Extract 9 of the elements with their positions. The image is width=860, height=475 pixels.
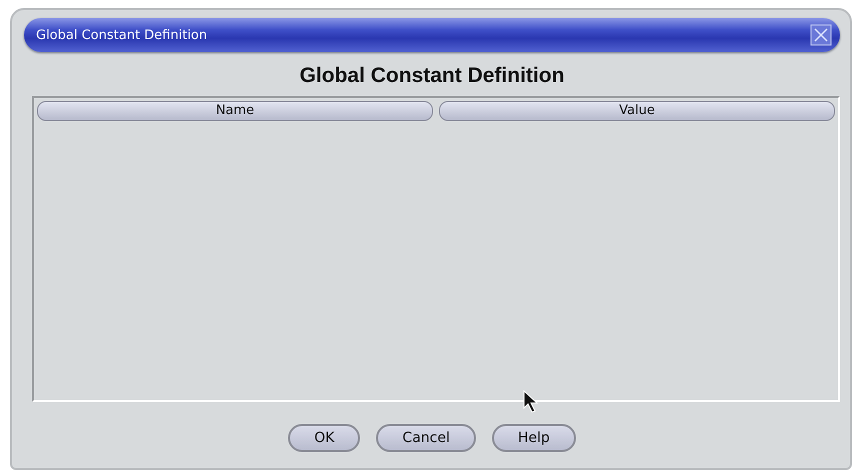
help-button[interactable]: Help — [492, 424, 576, 452]
column-header[interactable]: Value — [439, 101, 835, 121]
close-icon[interactable] — [810, 24, 832, 46]
cancel-button[interactable]: Cancel — [376, 424, 476, 452]
pointer-cursor-icon — [523, 390, 539, 414]
window-title: Global Constant Definition — [36, 28, 208, 42]
ok-button[interactable]: OK — [288, 424, 360, 452]
column-header[interactable]: Name — [37, 101, 433, 121]
dialog-heading: Global Constant Definition — [298, 64, 566, 88]
